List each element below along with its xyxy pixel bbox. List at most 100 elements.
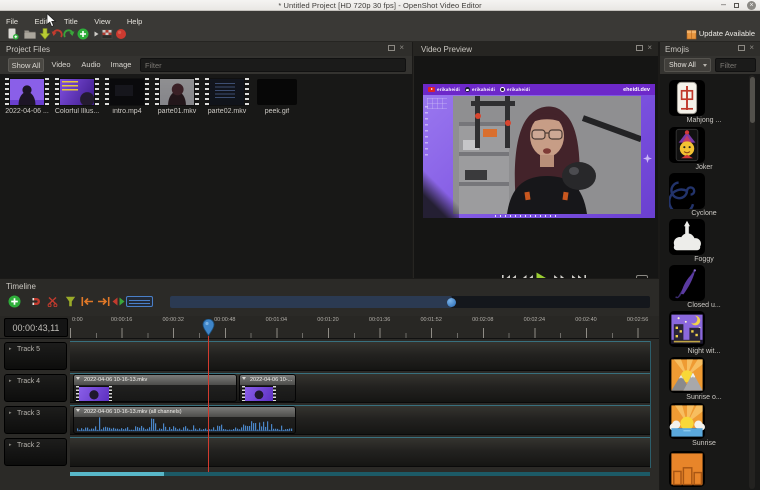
emoji-sunrise-icon — [669, 403, 705, 439]
close-panel-icon[interactable]: × — [399, 45, 404, 51]
center-playhead-icon[interactable] — [112, 297, 125, 306]
add-icon[interactable] — [77, 28, 89, 40]
overlay-decoration — [427, 98, 447, 109]
track-lane — [70, 437, 650, 467]
emoji-list: Mahjong ... Joker — [660, 74, 760, 490]
chevron-right-icon: ▸ — [9, 378, 12, 384]
import-files-icon[interactable] — [39, 28, 51, 40]
timeline-clip[interactable]: 2022-04-06 10-... — [239, 374, 296, 402]
razor-icon[interactable] — [47, 296, 58, 307]
emoji-scrollbar[interactable] — [749, 75, 755, 489]
tab-audio[interactable]: Audio — [78, 58, 104, 72]
video-preview-panel: Video Preview × — [413, 42, 659, 278]
minimize-button[interactable]: – — [721, 0, 726, 9]
clip-header: 2022-04-06 10-16-13.mkv — [74, 375, 236, 385]
track-name: Track 4 — [17, 378, 40, 385]
overlay-decoration — [495, 215, 557, 217]
undock-icon[interactable] — [738, 45, 745, 51]
chevron-down-icon[interactable] — [76, 377, 80, 380]
track-name: Track 3 — [17, 410, 40, 417]
track-lane — [70, 341, 650, 371]
close-panel-icon[interactable]: × — [647, 45, 652, 51]
track-header[interactable]: ▸ Track 2 — [4, 438, 67, 466]
new-project-icon[interactable] — [7, 28, 19, 40]
file-item[interactable]: 2022-04-06 ... — [4, 78, 50, 118]
track-header[interactable]: ▸ Track 5 — [4, 342, 67, 370]
github-badge: erikaheidi — [500, 87, 530, 92]
video-thumbnail — [5, 78, 49, 106]
zoom-slider[interactable] — [126, 296, 153, 307]
scrollbar-handle[interactable] — [447, 298, 456, 307]
update-package-icon[interactable] — [686, 28, 697, 40]
audio-waveform — [75, 416, 294, 432]
playhead-line — [208, 336, 209, 472]
timeline-title: Timeline — [6, 282, 36, 291]
stream-overlay-topbar: erikaheidi erikaheidi erikaheidi eheidi.… — [423, 84, 655, 95]
tab-video[interactable]: Video — [48, 58, 74, 72]
undo-icon[interactable] — [51, 28, 63, 40]
previous-marker-icon[interactable] — [81, 296, 94, 307]
project-files-panel: Project Files × Show All Video Audio Ima… — [0, 42, 413, 278]
timeline-clip[interactable]: 2022-04-06 10-16-13.mkv — [73, 374, 237, 402]
close-panel-icon[interactable]: × — [749, 45, 754, 51]
file-name: parte02.mkv — [200, 108, 254, 115]
choose-profile-icon[interactable] — [101, 28, 113, 40]
tab-image[interactable]: Image — [108, 58, 134, 72]
emoji-category-dropdown[interactable]: Show All — [664, 58, 711, 72]
emoji-foggy-icon — [669, 219, 705, 255]
ruler-tick-label: 00:01:04 — [266, 317, 287, 323]
track-header[interactable]: ▸ Track 3 — [4, 406, 67, 434]
emoji-closed-umbrella-icon — [669, 265, 705, 301]
emoji-sunrise-over-mountains-icon — [669, 357, 705, 393]
mouse-cursor — [46, 13, 57, 28]
video-thumbnail — [55, 78, 99, 106]
video-frame[interactable]: erikaheidi erikaheidi erikaheidi eheidi.… — [423, 84, 655, 218]
file-item[interactable]: Colorful Illus... — [54, 78, 100, 118]
update-available-label[interactable]: Update Available — [699, 29, 755, 38]
redo-icon[interactable] — [63, 28, 75, 40]
lanes-right-edge — [650, 341, 651, 468]
timeline-ruler[interactable]: 0:00 00:00:16 00:00:32 00:00:48 00:01:04… — [70, 316, 656, 339]
emoji-label: Closed u... — [660, 302, 748, 309]
video-thumbnail — [105, 78, 149, 106]
menu-bar: File Edit Title View Help — [0, 11, 760, 26]
chevron-down-icon[interactable] — [242, 377, 246, 380]
timeline-horizontal-scrollbar[interactable] — [70, 472, 650, 476]
tab-show-all[interactable]: Show All — [8, 58, 44, 72]
timeline-scrollbar[interactable] — [170, 296, 650, 308]
track-header[interactable]: ▸ Track 4 — [4, 374, 67, 402]
scrollbar-thumb[interactable] — [750, 77, 755, 123]
maximize-button[interactable] — [734, 3, 739, 8]
main-toolbar: Update Available — [0, 26, 760, 42]
file-item[interactable]: intro.mp4 — [104, 78, 150, 118]
clip-header: 2022-04-06 10-... — [240, 375, 295, 385]
close-button[interactable]: × — [747, 1, 756, 10]
export-video-icon[interactable] — [115, 28, 127, 40]
file-item[interactable]: parte02.mkv — [204, 78, 250, 118]
add-marker-icon[interactable] — [65, 296, 76, 307]
emoji-label: Joker — [660, 164, 748, 171]
emoji-filter-input[interactable] — [715, 58, 756, 72]
chevron-down-icon[interactable] — [76, 409, 80, 412]
snapping-icon[interactable] — [31, 296, 42, 307]
chevron-right-icon: ▸ — [9, 346, 12, 352]
ruler-tick-label: 00:00:32 — [162, 317, 183, 323]
undock-icon[interactable] — [388, 45, 395, 51]
next-marker-icon[interactable] — [97, 296, 110, 307]
file-item[interactable]: parte01.mkv — [154, 78, 200, 118]
timeline-clip[interactable]: 2022-04-06 10-16-13.mkv (all channels) — [73, 406, 296, 434]
playhead-handle[interactable] — [202, 319, 215, 336]
file-item[interactable]: peek.gif — [254, 78, 300, 118]
chevron-down-icon — [703, 64, 707, 67]
ruler-tick-label: 00:01:36 — [369, 317, 390, 323]
emojis-dock: × — [738, 45, 754, 51]
timeline-ruler-row: 00:00:43,11 0:00 00:00:16 00:00:32 00:00… — [0, 316, 659, 339]
project-files-filter-input[interactable] — [140, 58, 406, 72]
open-project-icon[interactable] — [24, 28, 36, 40]
add-track-icon[interactable] — [8, 295, 21, 308]
github-icon — [500, 87, 505, 92]
ruler-tick-label: 00:01:20 — [317, 317, 338, 323]
undock-icon[interactable] — [636, 45, 643, 51]
image-thumbnail — [257, 79, 297, 105]
ruler-tick-label: 00:02:24 — [524, 317, 545, 323]
